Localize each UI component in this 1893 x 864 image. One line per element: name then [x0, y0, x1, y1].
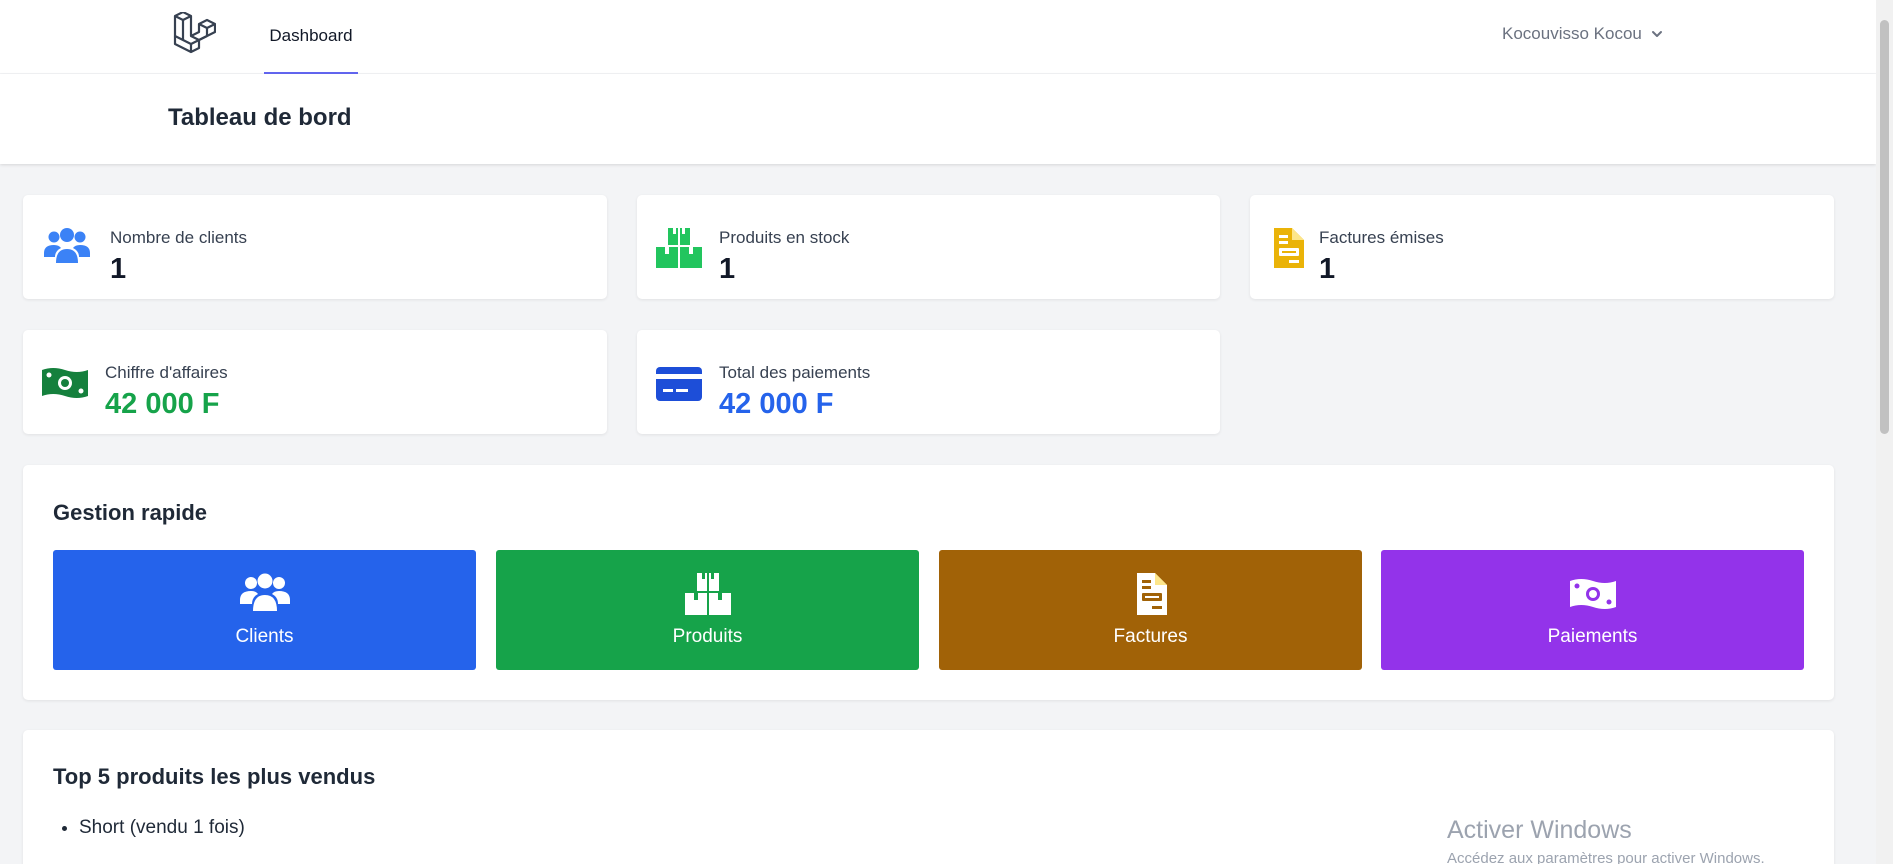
- page-title: Tableau de bord: [168, 104, 352, 131]
- stat-label: Total des paiements: [719, 363, 871, 382]
- top-products-list: Short (vendu 1 fois): [53, 817, 245, 839]
- windows-watermark-title: Activer Windows: [1447, 816, 1632, 844]
- stat-card-clients: Nombre de clients 1: [23, 195, 607, 299]
- quick-button-label: Factures: [1113, 626, 1188, 647]
- section-title: Top 5 produits les plus vendus: [53, 764, 376, 789]
- section-title: Gestion rapide: [53, 500, 208, 525]
- money-bill-icon: [1569, 579, 1616, 609]
- credit-card-icon: [656, 367, 702, 401]
- user-menu[interactable]: Kocouvisso Kocou: [1502, 20, 1664, 48]
- list-item: Short (vendu 1 fois): [79, 817, 245, 839]
- stat-value: 42 000 F: [105, 388, 220, 420]
- chevron-down-icon: [1651, 31, 1662, 37]
- stat-label: Nombre de clients: [110, 228, 248, 247]
- stat-card-revenue: Chiffre d'affaires 42 000 F: [23, 330, 607, 434]
- quick-button-products[interactable]: Produits: [496, 550, 919, 670]
- laravel-logo[interactable]: [172, 12, 216, 54]
- quick-button-invoices[interactable]: Factures: [939, 550, 1362, 670]
- quick-button-label: Clients: [235, 626, 294, 647]
- users-icon: [44, 228, 90, 263]
- quick-actions-card: Gestion rapide Clients Produits Factures…: [23, 465, 1834, 700]
- stat-card-invoices: Factures émises 1: [1250, 195, 1834, 299]
- nav-link-dashboard[interactable]: Dashboard: [264, 0, 358, 74]
- quick-button-label: Produits: [672, 626, 743, 647]
- quick-button-label: Paiements: [1547, 626, 1638, 647]
- boxes-icon: [656, 228, 702, 268]
- stat-value: 42 000 F: [719, 388, 834, 420]
- top-navbar: Dashboard Kocouvisso Kocou: [0, 0, 1876, 74]
- quick-button-payments[interactable]: Paiements: [1381, 550, 1804, 670]
- vertical-scrollbar[interactable]: [1876, 0, 1893, 864]
- stat-label: Factures émises: [1319, 228, 1444, 247]
- invoice-icon: [1274, 228, 1304, 268]
- scrollbar-thumb[interactable]: [1880, 20, 1889, 434]
- users-icon: [239, 573, 290, 611]
- stat-value: 1: [1319, 253, 1336, 285]
- quick-button-clients[interactable]: Clients: [53, 550, 476, 670]
- stat-card-products: Produits en stock 1: [637, 195, 1220, 299]
- stat-value: 1: [110, 253, 127, 285]
- invoice-icon: [1136, 573, 1167, 615]
- stat-card-payments: Total des paiements 42 000 F: [637, 330, 1220, 434]
- user-name: Kocouvisso Kocou: [1502, 24, 1642, 43]
- stat-label: Produits en stock: [719, 228, 850, 247]
- stat-label: Chiffre d'affaires: [105, 363, 228, 382]
- page-header: Tableau de bord: [0, 74, 1876, 164]
- money-bill-icon: [42, 368, 88, 398]
- stat-value: 1: [719, 253, 736, 285]
- windows-watermark-subtitle: Accédez aux paramètres pour activer Wind…: [1447, 850, 1765, 864]
- boxes-icon: [684, 573, 731, 615]
